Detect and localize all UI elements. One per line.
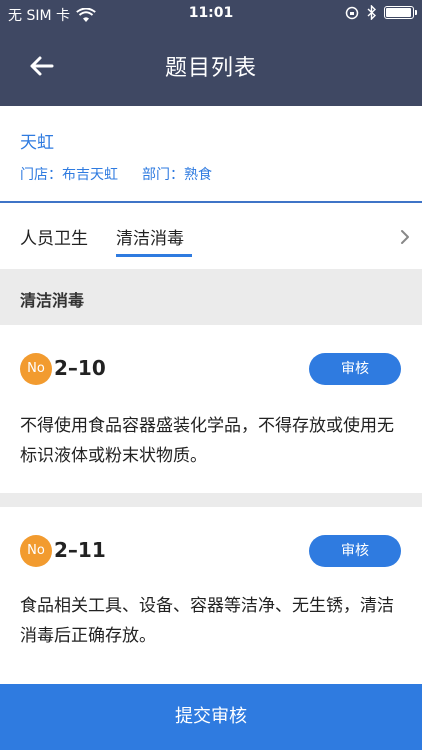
- question-code: 2–11: [54, 538, 106, 562]
- section-header: 清洁消毒: [0, 269, 422, 325]
- section-title: 清洁消毒: [20, 291, 85, 310]
- no-badge: No: [20, 353, 52, 385]
- question-code: 2–10: [54, 356, 106, 380]
- question-text: 食品相关工具、设备、容器等洁净、无生锈，清洁消毒后正确存放。: [20, 596, 394, 646]
- status-bar: 无 SIM 卡 11:01: [0, 0, 422, 28]
- category-tabs: 人员卫生 清洁消毒: [0, 203, 422, 269]
- active-tab-indicator: [116, 254, 192, 257]
- store-meta: 门店：布吉天虹 部门：熟食: [20, 164, 212, 184]
- status-right: [345, 5, 417, 20]
- store-name: 天虹: [20, 133, 54, 153]
- review-button[interactable]: 审核: [309, 353, 401, 385]
- department-label: 部门：熟食: [142, 167, 212, 183]
- tab-personnel-hygiene[interactable]: 人员卫生: [20, 224, 88, 249]
- question-card: No 2–10 审核 不得使用食品容器盛装化学品，不得存放或使用无标识液体或粉末…: [0, 325, 422, 493]
- submit-review-button[interactable]: 提交审核: [0, 684, 422, 750]
- page-title: 题目列表: [164, 56, 257, 81]
- question-card: No 2–11 审核 食品相关工具、设备、容器等洁净、无生锈，清洁消毒后正确存放…: [0, 507, 422, 684]
- bluetooth-icon: [367, 5, 376, 20]
- review-button[interactable]: 审核: [309, 535, 401, 567]
- question-text: 不得使用食品容器盛装化学品，不得存放或使用无标识液体或粉末状物质。: [20, 416, 394, 466]
- store-info: 天虹 门店：布吉天虹 部门：熟食: [0, 106, 422, 203]
- battery-icon: [384, 6, 417, 19]
- store-label: 门店：布吉天虹: [20, 167, 118, 183]
- rotation-lock-icon: [345, 6, 359, 19]
- no-badge: No: [20, 535, 52, 567]
- header: 无 SIM 卡 11:01 题目列表: [0, 0, 422, 106]
- tab-cleaning-disinfection[interactable]: 清洁消毒: [116, 224, 184, 249]
- chevron-right-icon[interactable]: [398, 226, 412, 248]
